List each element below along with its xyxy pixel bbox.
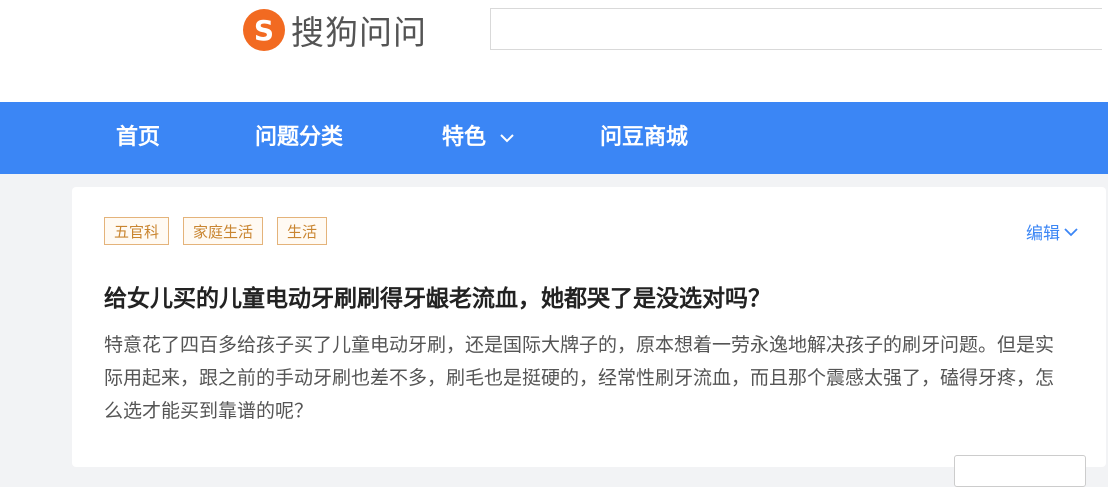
edit-button[interactable]: 编辑: [1026, 219, 1078, 244]
question-card: 五官科 家庭生活 生活 编辑 给女儿买的儿童电动牙刷刷得牙龈老流血，她都哭了是没…: [72, 187, 1106, 487]
nav-item-label: 首页: [116, 125, 161, 150]
sogou-wenwen-logo[interactable]: S 搜狗问问: [243, 8, 427, 52]
question-tags: 五官科 家庭生活 生活: [104, 217, 328, 245]
nav-item-categories[interactable]: 问题分类: [255, 102, 343, 174]
nav-item-label: 特色: [442, 125, 487, 150]
nav-item-featured[interactable]: 特色: [442, 102, 514, 174]
edit-label: 编辑: [1026, 224, 1060, 244]
nav-item-home[interactable]: 首页: [116, 102, 160, 174]
question-title: 给女儿买的儿童电动牙刷刷得牙龈老流血，她都哭了是没选对吗？: [104, 286, 771, 312]
chevron-down-icon: [499, 102, 514, 174]
site-header: S 搜狗问问: [0, 0, 1108, 102]
chevron-down-icon: [1064, 222, 1078, 242]
search-input[interactable]: [490, 8, 1102, 50]
tag-ent[interactable]: 五官科: [104, 217, 170, 245]
main-nav: 首页 问题分类 特色 问豆商城: [0, 102, 1108, 174]
nav-item-label: 问题分类: [255, 125, 344, 150]
logo-text: 搜狗问问: [291, 13, 427, 52]
sogou-logo-icon: S: [243, 9, 285, 51]
nav-item-label: 问豆商城: [600, 125, 689, 150]
question-body: 特意花了四百多给孩子买了儿童电动牙刷，还是国际大牌子的，原本想着一劳永逸地解决孩…: [104, 334, 1055, 422]
tag-life[interactable]: 生活: [277, 217, 328, 245]
nav-item-mall[interactable]: 问豆商城: [600, 102, 688, 174]
tag-family-life[interactable]: 家庭生活: [183, 217, 264, 245]
